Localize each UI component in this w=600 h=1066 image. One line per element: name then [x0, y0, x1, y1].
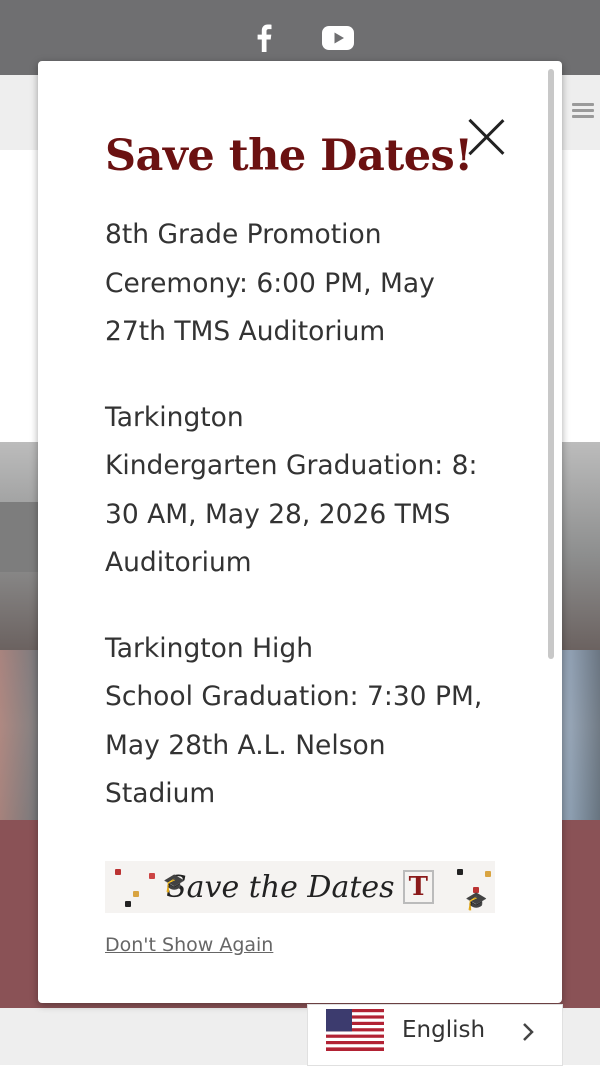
facebook-link[interactable] [250, 22, 278, 54]
grad-cap-icon: 🎓 [465, 891, 488, 911]
facebook-icon [257, 24, 272, 52]
event-item: Tarkington High School Graduation: 7:30 … [105, 632, 483, 810]
banner-text: Save the Dates [166, 869, 395, 905]
school-logo: T [402, 870, 434, 904]
us-flag-icon [326, 1009, 384, 1051]
chevron-right-icon [523, 1023, 534, 1041]
hamburger-menu-icon[interactable] [572, 100, 594, 122]
popup-title: Save the Dates! [105, 131, 473, 181]
event-item: Tarkington Kindergarten Graduation: 8: 3… [105, 401, 478, 579]
youtube-link[interactable] [320, 22, 356, 54]
event-item: 8th Grade Promotion Ceremony: 6:00 PM, M… [105, 219, 435, 347]
save-the-dates-popup: Save the Dates! 8th Grade Promotion Cere… [38, 61, 562, 1003]
language-selector[interactable]: English [307, 1004, 563, 1066]
save-the-dates-banner: 🎓 Save the Dates T 🎓 [105, 861, 495, 913]
event-list: 8th Grade Promotion Ceremony: 6:00 PM, M… [105, 211, 505, 856]
youtube-icon [322, 26, 354, 50]
language-label: English [402, 1017, 486, 1043]
dont-show-again-link[interactable]: Don't Show Again [105, 934, 273, 956]
grad-cap-icon: 🎓 [163, 873, 186, 893]
popup-scrollbar[interactable] [548, 69, 554, 659]
